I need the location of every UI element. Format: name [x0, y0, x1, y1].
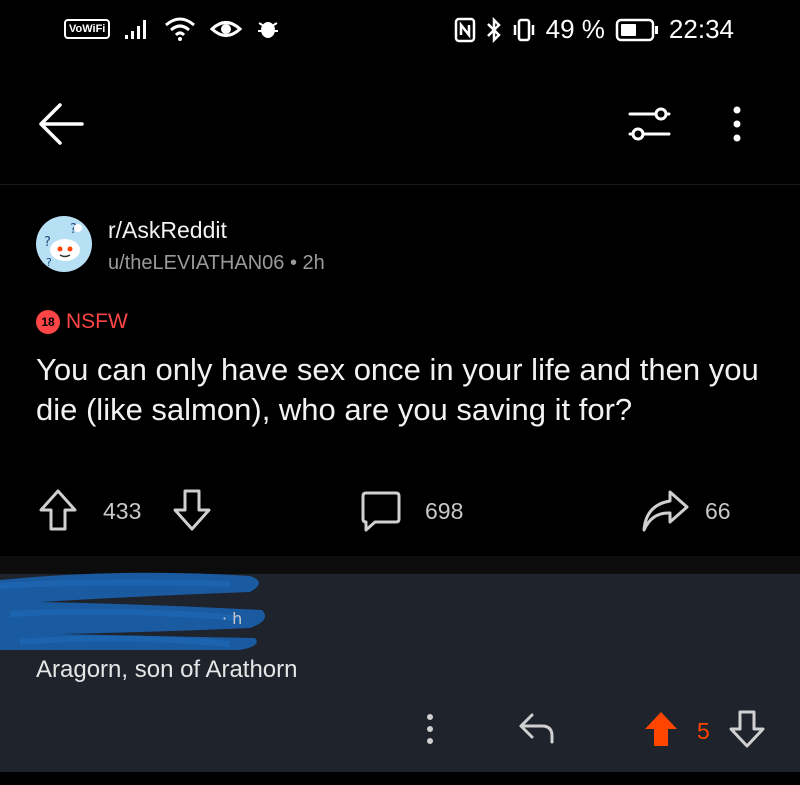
meta-separator: • — [289, 252, 303, 274]
subreddit-name[interactable]: r/AskReddit — [108, 217, 227, 244]
upvote-icon[interactable] — [38, 488, 78, 532]
nsfw-label: NSFW — [66, 310, 128, 333]
bug-icon — [258, 22, 279, 38]
nfc-icon — [454, 17, 475, 42]
share-count: 66 — [705, 498, 731, 524]
askreddit-logo-icon: ? ? ? — [44, 222, 82, 269]
wifi-icon — [165, 17, 196, 41]
comment-upvote-icon[interactable] — [643, 710, 679, 748]
subreddit-avatar[interactable]: ? ? ? — [36, 216, 92, 272]
age-18-badge: 18 — [36, 310, 60, 334]
comment-body: Aragorn, son of Arathorn — [36, 656, 298, 683]
comment-actions: 5 — [0, 700, 800, 760]
overflow-menu-icon[interactable] — [730, 104, 744, 144]
downvote-icon[interactable] — [172, 488, 212, 532]
vibrate-icon — [513, 18, 534, 41]
share-icon[interactable] — [640, 489, 690, 533]
post-author[interactable]: u/theLEVIATHAN06 — [108, 252, 284, 274]
svg-text:?: ? — [44, 235, 51, 250]
eye-icon — [210, 21, 243, 37]
comment-downvote-icon[interactable] — [729, 710, 765, 748]
upvote-count: 433 — [103, 498, 142, 524]
vowifi-badge: VoWiFi — [64, 19, 111, 39]
comment-count[interactable]: 698 — [425, 498, 463, 525]
battery-percent: 49 % — [545, 14, 605, 44]
post-meta: u/theLEVIATHAN06 • 2h — [108, 252, 325, 275]
status-right-icons: 49 % 22:34 — [454, 14, 734, 45]
reply-icon[interactable] — [518, 712, 556, 744]
comment-icon[interactable] — [359, 490, 403, 534]
post-actions: 433 698 66 — [0, 485, 800, 540]
comment-overflow-menu-icon[interactable] — [424, 712, 436, 746]
redaction-scribble: · h — [0, 572, 266, 650]
post-age: 2h — [302, 252, 325, 274]
top-app-bar — [0, 64, 800, 185]
sort-filter-icon[interactable] — [626, 104, 672, 144]
comment-vote-count: 5 — [697, 718, 710, 744]
svg-text:· h: · h — [222, 609, 242, 628]
clock-time: 22:34 — [668, 14, 734, 44]
status-bar: VoWiFi 49 % 22:34 — [0, 0, 800, 64]
post-title: You can only have sex once in your life … — [36, 352, 759, 427]
nsfw-tag: 18 NSFW — [36, 310, 128, 334]
bottom-edge — [0, 772, 800, 785]
back-arrow-icon[interactable] — [38, 102, 84, 146]
status-left-icons: VoWiFi — [64, 16, 280, 42]
battery-icon — [615, 18, 658, 41]
signal-icon — [125, 20, 147, 39]
bluetooth-icon — [486, 16, 501, 43]
